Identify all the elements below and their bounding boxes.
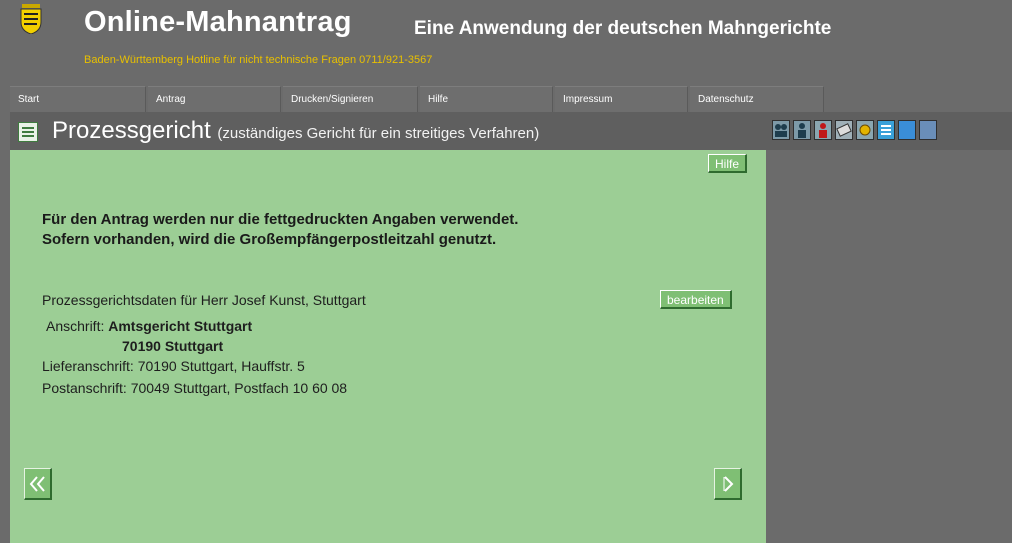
person-icon[interactable] [793,120,811,140]
people-icon[interactable] [772,120,790,140]
app-subtitle: Eine Anwendung der deutschen Mahngericht… [414,18,832,39]
postal-value: 70049 Stuttgart, Postfach 10 60 08 [130,380,348,396]
nav-item-start[interactable]: Start [10,86,146,112]
intro-text: Für den Antrag werden nur die fettgedruc… [42,210,518,250]
chevron-right-icon [722,475,736,497]
court-data: Prozessgerichtsdaten für Herr Josef Kuns… [42,290,366,398]
coins-icon[interactable] [856,120,874,140]
next-button[interactable] [714,468,742,500]
app-title: Online-Mahnantrag [84,6,352,38]
section-subtitle: (zuständiges Gericht für ein streitiges … [217,125,540,142]
printer-icon[interactable] [919,120,937,140]
court-data-label: Prozessgerichtsdaten für Herr Josef Kuns… [42,292,366,308]
page-icon[interactable] [898,120,916,140]
list-icon[interactable] [877,120,895,140]
delivery-value: 70190 Stuttgart, Hauffstr. 5 [137,358,305,374]
edit-button[interactable]: bearbeiten [660,290,732,309]
intro-line-2: Sofern vorhanden, wird die Großempfänger… [42,231,497,248]
delivery-label: Lieferanschrift: [42,358,134,374]
back-button[interactable] [24,468,52,500]
money-icon[interactable] [835,120,853,140]
address-label: Anschrift: [46,318,105,334]
postal-label: Postanschrift: [42,380,127,396]
section-title-text: Prozessgericht [52,117,211,144]
nav-item-antrag[interactable]: Antrag [148,86,281,112]
content-panel: Hilfe Für den Antrag werden nur die fett… [10,150,766,543]
intro-line-1: Für den Antrag werden nur die fettgedruc… [42,211,519,228]
nav-item-impressum[interactable]: Impressum [555,86,688,112]
section-title: Prozessgericht (zuständiges Gericht für … [52,117,539,145]
nav-item-hilfe[interactable]: Hilfe [420,86,553,112]
double-chevron-left-icon [28,475,48,497]
nav-item-datenschutz[interactable]: Datenschutz [690,86,824,112]
person-red-icon[interactable] [814,120,832,140]
form-icon [18,122,38,142]
nav-item-drucken[interactable]: Drucken/Signieren [283,86,418,112]
main-nav: Start Antrag Drucken/Signieren Hilfe Imp… [10,86,1012,112]
help-button[interactable]: Hilfe [708,154,748,173]
coat-of-arms-logo [20,4,42,35]
app-header: Online-Mahnantrag Eine Anwendung der deu… [0,0,1012,86]
address-line-2: 70190 Stuttgart [122,338,224,354]
hotline-text: Baden-Württemberg Hotline für nicht tech… [84,54,433,66]
address-line-1: Amtsgericht Stuttgart [108,318,253,334]
